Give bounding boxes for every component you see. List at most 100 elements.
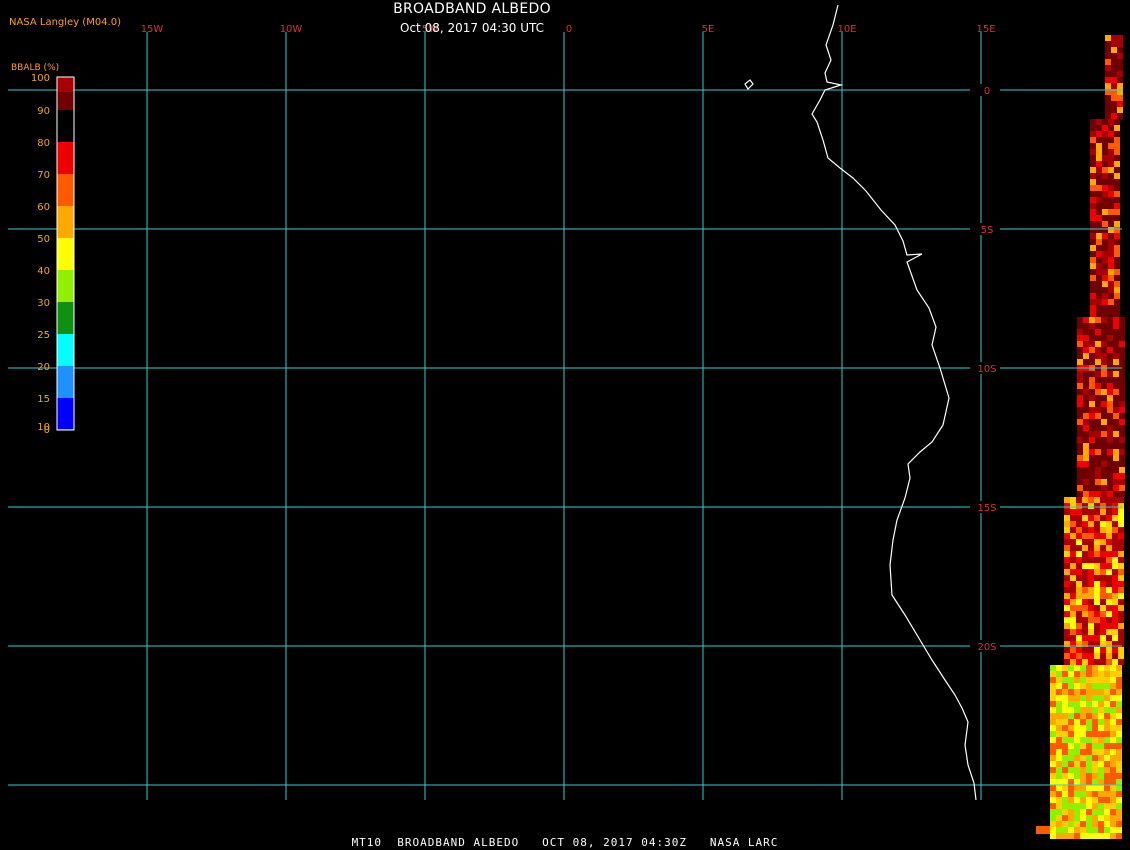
albedo-cell	[1050, 803, 1056, 809]
albedo-cell	[1098, 749, 1104, 755]
albedo-cell	[1088, 623, 1094, 629]
albedo-cell	[1111, 71, 1117, 77]
albedo-cell	[1077, 347, 1083, 353]
albedo-cell	[1107, 317, 1113, 323]
albedo-cell	[1074, 665, 1080, 671]
albedo-cell	[1082, 599, 1088, 605]
albedo-cell	[1062, 707, 1068, 713]
albedo-cell	[1113, 341, 1119, 347]
albedo-cell	[1083, 341, 1089, 347]
albedo-cell	[1089, 449, 1095, 455]
albedo-cell	[1068, 713, 1074, 719]
albedo-cell	[1086, 755, 1092, 761]
albedo-cell	[1050, 671, 1056, 677]
albedo-cell	[1100, 509, 1106, 515]
albedo-cell	[1118, 617, 1124, 623]
albedo-cell	[1076, 653, 1082, 659]
albedo-cell	[1110, 761, 1116, 767]
albedo-cell	[1064, 659, 1070, 665]
legend-tick-label: 25	[37, 330, 50, 341]
albedo-cell	[1074, 689, 1080, 695]
albedo-cell	[1050, 767, 1056, 773]
albedo-cell	[1113, 467, 1119, 473]
albedo-cell	[1110, 779, 1116, 785]
albedo-cell	[1102, 191, 1108, 197]
albedo-cell	[1092, 797, 1098, 803]
albedo-cell	[1116, 689, 1122, 695]
albedo-cell	[1110, 749, 1116, 755]
albedo-cell	[1100, 527, 1106, 533]
albedo-cell	[1089, 383, 1095, 389]
albedo-cell	[1074, 815, 1080, 821]
albedo-cell	[1116, 749, 1122, 755]
albedo-cell	[1062, 749, 1068, 755]
albedo-cell	[1068, 683, 1074, 689]
albedo-cell	[1112, 563, 1118, 569]
albedo-cell	[1082, 617, 1088, 623]
albedo-cell	[1102, 287, 1108, 293]
albedo-cell	[1114, 227, 1120, 233]
albedo-cell	[1086, 737, 1092, 743]
albedo-cell	[1113, 437, 1119, 443]
albedo-cell	[1113, 401, 1119, 407]
albedo-cell	[1086, 665, 1092, 671]
albedo-cell	[1114, 281, 1120, 287]
albedo-cell	[1116, 785, 1122, 791]
albedo-cell	[1113, 407, 1119, 413]
albedo-cell	[1102, 227, 1108, 233]
albedo-cell	[1076, 599, 1082, 605]
albedo-cell	[1080, 761, 1086, 767]
albedo-cell	[1095, 485, 1101, 491]
albedo-cell	[1119, 455, 1125, 461]
albedo-cell	[1112, 659, 1118, 665]
albedo-cell	[1088, 587, 1094, 593]
albedo-cell	[1062, 773, 1068, 779]
albedo-cell	[1062, 815, 1068, 821]
albedo-cell	[1090, 197, 1096, 203]
albedo-cell	[1074, 755, 1080, 761]
albedo-cell	[1086, 683, 1092, 689]
albedo-cell	[1102, 257, 1108, 263]
albedo-cell	[1096, 257, 1102, 263]
albedo-cell	[1080, 743, 1086, 749]
albedo-cell	[1092, 683, 1098, 689]
albedo-cell	[1102, 215, 1108, 221]
albedo-cell	[1118, 557, 1124, 563]
albedo-cell	[1119, 431, 1125, 437]
albedo-cell	[1050, 677, 1056, 683]
graticule	[8, 32, 1122, 800]
albedo-cell	[1080, 683, 1086, 689]
albedo-cell	[1100, 659, 1106, 665]
albedo-cell	[1089, 473, 1095, 479]
albedo-cell	[1082, 593, 1088, 599]
albedo-cell	[1112, 497, 1118, 503]
albedo-cell	[1094, 599, 1100, 605]
albedo-cell	[1117, 59, 1123, 65]
albedo-cell	[1111, 41, 1117, 47]
albedo-cell	[1062, 665, 1068, 671]
albedo-cell	[1080, 785, 1086, 791]
albedo-cell	[1106, 629, 1112, 635]
albedo-cell	[1114, 299, 1120, 305]
albedo-cell	[1119, 329, 1125, 335]
albedo-cell	[1083, 413, 1089, 419]
albedo-cell	[1107, 485, 1113, 491]
albedo-cell	[1113, 389, 1119, 395]
albedo-cell	[1096, 125, 1102, 131]
albedo-cell	[1076, 611, 1082, 617]
albedo-cell	[1089, 443, 1095, 449]
albedo-cell	[1101, 377, 1107, 383]
albedo-cell	[1088, 659, 1094, 665]
albedo-cell	[1076, 581, 1082, 587]
albedo-cell	[1114, 125, 1120, 131]
albedo-cell	[1098, 695, 1104, 701]
albedo-cell	[1104, 779, 1110, 785]
albedo-cell	[1110, 707, 1116, 713]
albedo-cell	[1092, 695, 1098, 701]
albedo-cell	[1090, 305, 1096, 311]
albedo-cell	[1110, 719, 1116, 725]
albedo-cell	[1056, 827, 1062, 833]
albedo-cell	[1107, 359, 1113, 365]
albedo-cell	[1101, 467, 1107, 473]
albedo-cell	[1110, 731, 1116, 737]
